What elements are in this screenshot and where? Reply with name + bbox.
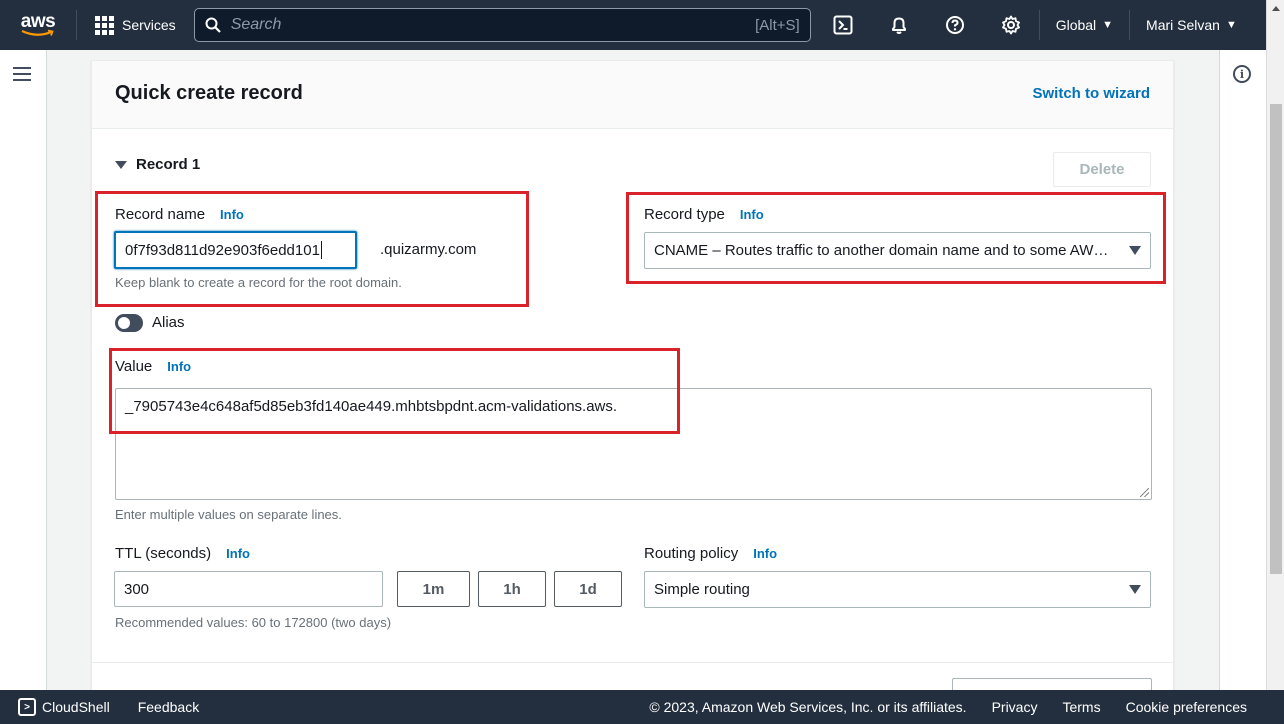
toggle-knob	[118, 317, 130, 329]
caret-down-icon	[115, 160, 127, 169]
notifications-button[interactable]	[871, 0, 927, 50]
feedback-link[interactable]: Feedback	[138, 699, 199, 715]
caret-down-icon: ▼	[1102, 19, 1114, 31]
routing-policy-info-link[interactable]: Info	[753, 546, 777, 561]
delete-button[interactable]: Delete	[1053, 152, 1151, 187]
help-button[interactable]	[927, 0, 983, 50]
console-footer: > CloudShell Feedback © 2023, Amazon Web…	[0, 690, 1284, 724]
cloudshell-icon: >	[18, 698, 36, 716]
terms-link[interactable]: Terms	[1062, 699, 1100, 715]
bell-icon	[891, 17, 906, 34]
cloudshell-icon	[833, 15, 853, 35]
menu-icon[interactable]	[13, 67, 31, 85]
caret-down-icon: ▼	[1225, 19, 1237, 31]
page-title: Quick create record	[115, 82, 303, 104]
routing-policy-select[interactable]: Simple routing	[644, 571, 1151, 608]
help-panel-rail: i	[1219, 50, 1266, 690]
section-divider	[92, 662, 1173, 663]
card-header: Quick create record Switch to wizard	[92, 61, 1173, 129]
routing-policy-label-text: Routing policy	[644, 545, 739, 562]
ttl-1m-button[interactable]: 1m	[397, 571, 470, 607]
footer-links: © 2023, Amazon Web Services, Inc. or its…	[624, 699, 1247, 715]
services-label: Services	[122, 17, 176, 33]
services-menu-button[interactable]: Services	[77, 0, 194, 50]
search-input[interactable]: Search [Alt+S]	[193, 8, 811, 42]
scrollbar-thumb[interactable]	[1270, 104, 1282, 574]
ttl-value: 300	[124, 580, 150, 598]
resize-handle-icon[interactable]	[1140, 488, 1149, 497]
search-shortcut: [Alt+S]	[755, 16, 800, 34]
alias-label: Alias	[152, 314, 185, 331]
aws-logo[interactable]: aws	[10, 0, 66, 50]
region-label: Global	[1055, 17, 1097, 33]
alias-toggle[interactable]	[115, 314, 143, 332]
routing-policy-label: Routing policy Info	[644, 545, 777, 562]
record-heading: Record 1	[136, 156, 201, 173]
aws-smile-icon	[21, 29, 54, 36]
scroll-up-arrow-icon[interactable]	[1272, 6, 1280, 11]
user-menu-dropdown[interactable]: Mari Selvan ▼	[1130, 0, 1253, 50]
search-icon	[205, 17, 221, 33]
settings-button[interactable]	[983, 0, 1039, 50]
ttl-hint: Recommended values: 60 to 172800 (two da…	[115, 615, 392, 630]
ttl-label: TTL (seconds) Info	[115, 545, 250, 562]
record-1-expander[interactable]: Record 1	[115, 156, 200, 173]
gear-icon	[1001, 15, 1020, 35]
user-name: Mari Selvan	[1146, 17, 1220, 33]
routing-policy-value: Simple routing	[654, 581, 750, 598]
aws-logo-text: aws	[20, 11, 56, 32]
help-icon	[945, 16, 964, 34]
ttl-info-link[interactable]: Info	[226, 546, 250, 561]
ttl-label-text: TTL (seconds)	[115, 545, 212, 562]
record-type-highlight	[626, 192, 1166, 284]
caret-down-icon	[1129, 585, 1141, 594]
privacy-link[interactable]: Privacy	[992, 699, 1038, 715]
ttl-input[interactable]: 300	[114, 571, 383, 607]
page-scrollbar[interactable]	[1266, 0, 1284, 690]
value-highlight	[109, 348, 680, 434]
switch-to-wizard-link[interactable]: Switch to wizard	[1032, 85, 1150, 102]
region-dropdown[interactable]: Global ▼	[1040, 0, 1129, 50]
ttl-1d-button[interactable]: 1d	[554, 571, 622, 607]
top-navigation: aws Services Search [Alt+S] Global ▼ Mar…	[0, 0, 1266, 50]
side-navigation-rail	[0, 50, 47, 690]
copyright-text: © 2023, Amazon Web Services, Inc. or its…	[649, 699, 967, 715]
info-icon[interactable]: i	[1233, 65, 1251, 83]
grid-icon	[95, 15, 114, 35]
cloudshell-button[interactable]	[815, 0, 871, 50]
record-name-highlight	[95, 191, 529, 307]
cloudshell-footer-button[interactable]: > CloudShell	[18, 698, 110, 716]
ttl-1h-button[interactable]: 1h	[478, 571, 546, 607]
value-hint: Enter multiple values on separate lines.	[115, 507, 342, 522]
cookie-preferences-link[interactable]: Cookie preferences	[1126, 699, 1247, 715]
search-placeholder: Search	[230, 16, 282, 33]
cloudshell-label: CloudShell	[42, 699, 110, 715]
